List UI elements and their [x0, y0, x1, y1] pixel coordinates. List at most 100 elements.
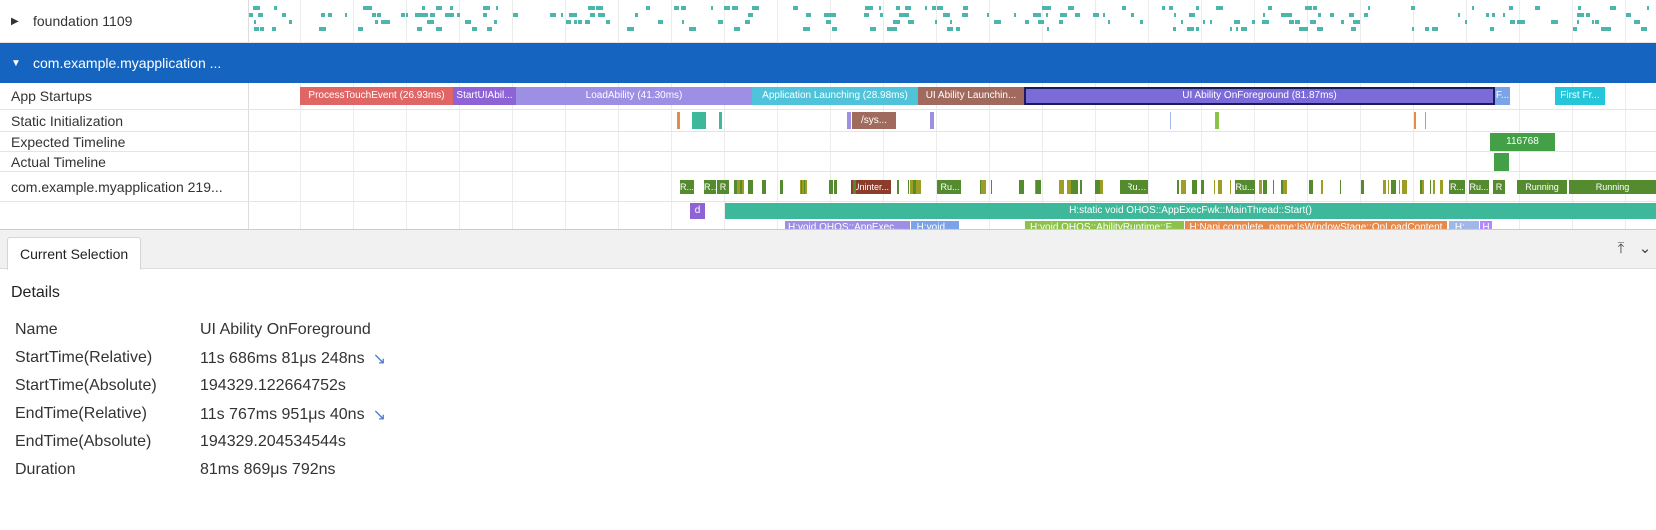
- thread-state-tick[interactable]: [1080, 180, 1082, 194]
- thread-state-run[interactable]: Run...: [1126, 180, 1148, 194]
- thread-state-r3[interactable]: R: [717, 180, 729, 194]
- foundation-row[interactable]: ▶ foundation 1109: [0, 0, 1656, 43]
- thread-state-tick[interactable]: [1340, 180, 1341, 194]
- pin-top-icon[interactable]: ⤒: [1612, 240, 1630, 258]
- thread-state-tick[interactable]: [981, 180, 986, 194]
- startup-slice-application-launching[interactable]: Application Launching (28.98ms): [752, 87, 918, 105]
- thread-state-r1[interactable]: R...: [680, 180, 694, 194]
- thread-state-tick[interactable]: [1321, 180, 1323, 194]
- thread-state-tick[interactable]: [1430, 180, 1431, 194]
- app-startups-row[interactable]: App Startups ProcessTouchEvent (26.93ms)…: [0, 83, 1656, 110]
- slice-sub-1[interactable]: H:void OHOS::AppExecFwk...: [785, 221, 910, 229]
- thread-state-tick[interactable]: [1388, 180, 1389, 194]
- thread-state-tick[interactable]: [1440, 180, 1443, 194]
- process-label-cell[interactable]: ▼ com.example.myapplication ...: [0, 43, 260, 83]
- expected-timeline-lane[interactable]: 116768: [249, 132, 1656, 151]
- thread-state-tick[interactable]: [1067, 180, 1069, 194]
- actual-frame-slice[interactable]: [1494, 153, 1509, 171]
- thread-state-tick[interactable]: [749, 180, 753, 194]
- startup-slice-ui-ability-onforeground[interactable]: UI Ability OnForeground (81.87ms): [1024, 87, 1495, 105]
- slice-main-thread-start[interactable]: H:static void OHOS::AppExecFwk::MainThre…: [725, 203, 1656, 219]
- actual-timeline-lane[interactable]: [249, 152, 1656, 171]
- thread-state-tick[interactable]: [897, 180, 899, 194]
- expected-frame-slice[interactable]: 116768: [1490, 133, 1555, 151]
- slice-d[interactable]: d: [690, 203, 705, 219]
- static-init-tick[interactable]: [1425, 112, 1426, 129]
- thread-state-tick[interactable]: [762, 180, 766, 194]
- slice-sub-6[interactable]: H: [1480, 221, 1492, 229]
- thread-state-tick[interactable]: [1230, 180, 1231, 194]
- thread-state-tick[interactable]: [804, 180, 805, 194]
- tab-current-selection[interactable]: Current Selection: [7, 237, 142, 270]
- thread-state-tick[interactable]: [1422, 180, 1424, 194]
- thread-state-ru3[interactable]: Ru...: [1469, 180, 1489, 194]
- thread-state-uninterruptible[interactable]: Uninter...: [851, 180, 891, 194]
- slice-sub-2[interactable]: H:void...: [911, 221, 959, 229]
- startup-slice-process-touch[interactable]: ProcessTouchEvent (26.93ms): [300, 87, 453, 105]
- thread-state-tick[interactable]: [1361, 180, 1364, 194]
- thread-state-tick[interactable]: [937, 180, 941, 194]
- thread-state-tick[interactable]: [1391, 180, 1396, 194]
- thread-state-tick[interactable]: [1399, 180, 1400, 194]
- startup-slice-first-frame[interactable]: First Fr...: [1555, 87, 1605, 105]
- thread-state-tick[interactable]: [1036, 180, 1041, 194]
- thread-state-tick[interactable]: [1383, 180, 1386, 194]
- static-init-tick[interactable]: [1215, 112, 1219, 129]
- thread-state-tick[interactable]: [1019, 180, 1024, 194]
- static-init-tick[interactable]: [930, 112, 934, 129]
- thread-state-tick[interactable]: [1273, 180, 1274, 194]
- thread-state-tick[interactable]: [910, 180, 913, 194]
- thread-state-tick[interactable]: [853, 180, 856, 194]
- thread-state-tick[interactable]: [1214, 180, 1215, 194]
- static-init-row[interactable]: Static Initialization /sys...: [0, 110, 1656, 132]
- thread-row[interactable]: com.example.myapplication 219... R... R.…: [0, 172, 1656, 202]
- startup-slice-start-ui-ability[interactable]: StartUIAbil...: [453, 87, 516, 105]
- thread-state-tick[interactable]: [1309, 180, 1313, 194]
- static-init-tick[interactable]: [1414, 112, 1416, 129]
- app-startups-lane[interactable]: ProcessTouchEvent (26.93ms) StartUIAbil.…: [249, 83, 1656, 109]
- slice-sub-3[interactable]: H:void OHOS::AbilityRuntime::F...: [1025, 221, 1184, 229]
- jump-to-icon[interactable]: ↘: [373, 349, 386, 369]
- startup-slice-load-ability[interactable]: LoadAbility (41.30ms): [516, 87, 752, 105]
- thread-state-tick[interactable]: [991, 180, 992, 194]
- expand-arrow-icon[interactable]: ▶: [11, 16, 33, 27]
- collapse-arrow-icon[interactable]: ▼: [11, 58, 33, 69]
- thread-state-tick[interactable]: [829, 180, 833, 194]
- thread-state-tick[interactable]: [1059, 180, 1064, 194]
- thread-state-tick[interactable]: [916, 180, 921, 194]
- actual-timeline-row[interactable]: Actual Timeline: [0, 152, 1656, 172]
- thread-slices-row[interactable]: d H:static void OHOS::AppExecFwk::MainTh…: [0, 202, 1656, 229]
- slice-sub-4[interactable]: H:Napi complete, name:IsWindowStage::OnL…: [1185, 221, 1447, 229]
- thread-state-tick[interactable]: [780, 180, 782, 194]
- static-init-tick[interactable]: [677, 112, 680, 129]
- chevron-down-icon[interactable]: ⌄: [1636, 240, 1654, 258]
- thread-state-tick[interactable]: [1123, 180, 1128, 194]
- thread-state-tick[interactable]: [1073, 180, 1078, 194]
- startup-slice-f[interactable]: F...: [1495, 87, 1510, 105]
- thread-state-r4[interactable]: R...: [1449, 180, 1465, 194]
- thread-state-tick[interactable]: [834, 180, 837, 194]
- thread-state-tick[interactable]: [1403, 180, 1405, 194]
- thread-state-tick[interactable]: [737, 180, 740, 194]
- thread-lane[interactable]: R... R... R Uninter... Ru... Run... Ru..…: [249, 172, 1656, 201]
- thread-state-ru1[interactable]: Ru...: [939, 180, 961, 194]
- thread-state-running1[interactable]: Running: [1517, 180, 1567, 194]
- static-init-lane[interactable]: /sys...: [249, 110, 1656, 131]
- thread-state-tick[interactable]: [1259, 180, 1262, 194]
- thread-state-ru2[interactable]: Ru...: [1235, 180, 1255, 194]
- thread-state-tick[interactable]: [1201, 180, 1204, 194]
- static-init-tick[interactable]: [719, 112, 722, 129]
- thread-state-r5[interactable]: R: [1493, 180, 1505, 194]
- thread-slices-lane[interactable]: d H:static void OHOS::AppExecFwk::MainTh…: [249, 202, 1656, 229]
- thread-state-tick[interactable]: [1096, 180, 1097, 194]
- static-init-tick[interactable]: [1170, 112, 1171, 129]
- foundation-label-cell[interactable]: ▶ foundation 1109: [0, 0, 249, 42]
- thread-state-tick[interactable]: [1181, 180, 1186, 194]
- thread-state-tick[interactable]: [782, 180, 783, 194]
- thread-state-tick[interactable]: [1218, 180, 1222, 194]
- static-init-sys-slice[interactable]: /sys...: [852, 112, 896, 129]
- thread-state-tick[interactable]: [1283, 180, 1287, 194]
- thread-state-tick[interactable]: [1433, 180, 1435, 194]
- thread-state-r2[interactable]: R...: [704, 180, 716, 194]
- expected-timeline-row[interactable]: Expected Timeline 116768: [0, 132, 1656, 152]
